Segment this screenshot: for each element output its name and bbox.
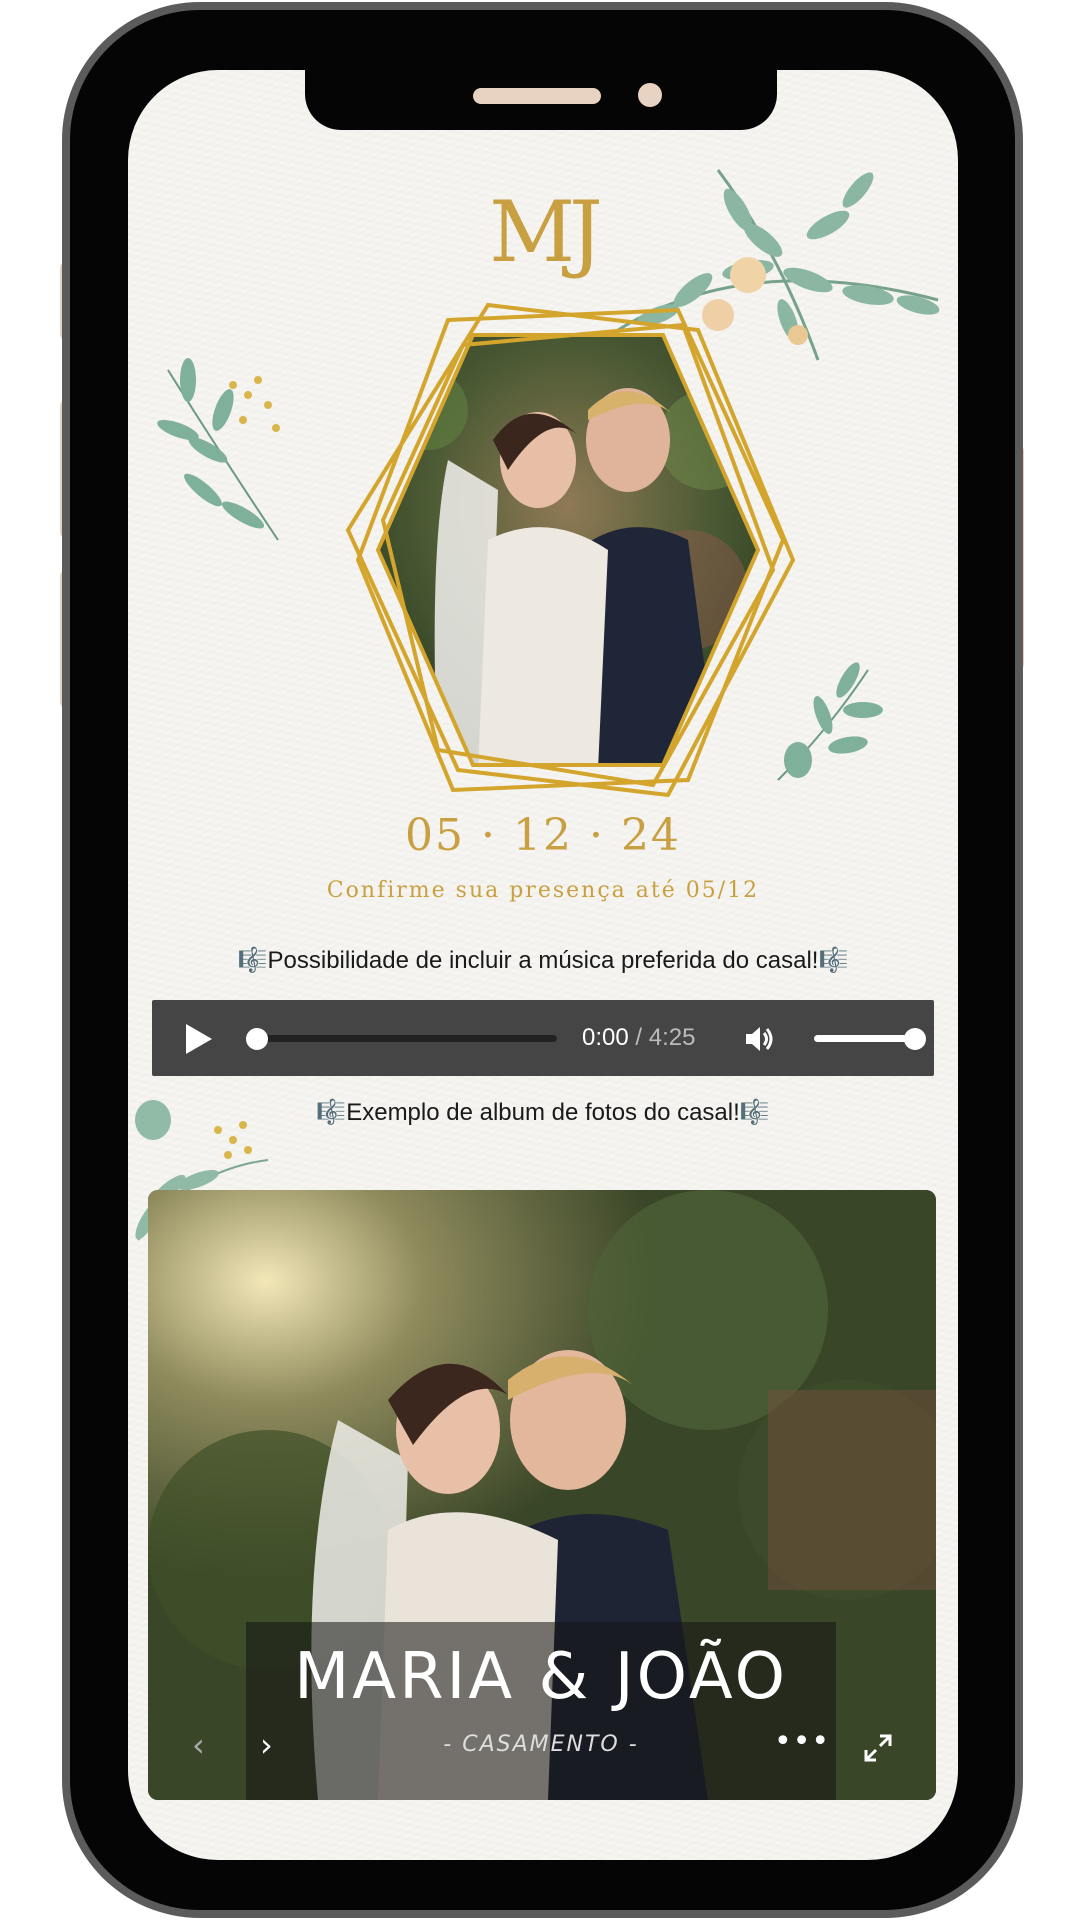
more-dots-icon[interactable]: ••• <box>774 1724 830 1759</box>
photo-album-slideshow[interactable]: MARIA & JOÃO - CASAMENTO - ‹ › ••• <box>148 1190 936 1800</box>
front-camera <box>638 83 662 107</box>
phone-screen: MJ 05 · 12 · 24 Confirme sua presença at… <box>128 70 958 1860</box>
rsvp-deadline: Confirme sua presença até 05/12 <box>326 878 760 903</box>
speaker-grille <box>473 88 601 104</box>
total-time: 4:25 <box>648 1024 696 1051</box>
album-subtitle: - CASAMENTO - <box>443 1732 639 1757</box>
audio-player: 0:00 / 4:25 <box>152 1000 934 1076</box>
wedding-date: 05 · 12 · 24 <box>405 810 681 861</box>
music-note-text: 🎼Possibilidade de incluir a música prefe… <box>237 947 849 974</box>
chevron-right-icon[interactable]: › <box>260 1726 273 1764</box>
current-time: 0:00 <box>582 1024 629 1051</box>
fullscreen-icon[interactable] <box>862 1732 894 1764</box>
monogram: MJ <box>489 183 603 281</box>
audio-time: 0:00 / 4:25 <box>582 1024 695 1052</box>
volume-slider-knob[interactable] <box>904 1028 926 1050</box>
chevron-left-icon[interactable]: ‹ <box>192 1726 205 1764</box>
play-button[interactable] <box>186 1024 212 1054</box>
audio-progress-knob[interactable] <box>246 1028 268 1050</box>
album-title: MARIA & JOÃO <box>294 1640 788 1714</box>
time-separator: / <box>628 1024 649 1051</box>
phone-notch <box>305 70 777 130</box>
audio-progress-track[interactable] <box>252 1035 557 1042</box>
floral-decoration-left <box>157 358 280 541</box>
album-note-text: 🎼Exemplo de album de fotos do casal!🎼 <box>316 1099 770 1126</box>
hexagon-photo-frame <box>345 302 796 798</box>
volume-icon[interactable] <box>742 1022 776 1056</box>
